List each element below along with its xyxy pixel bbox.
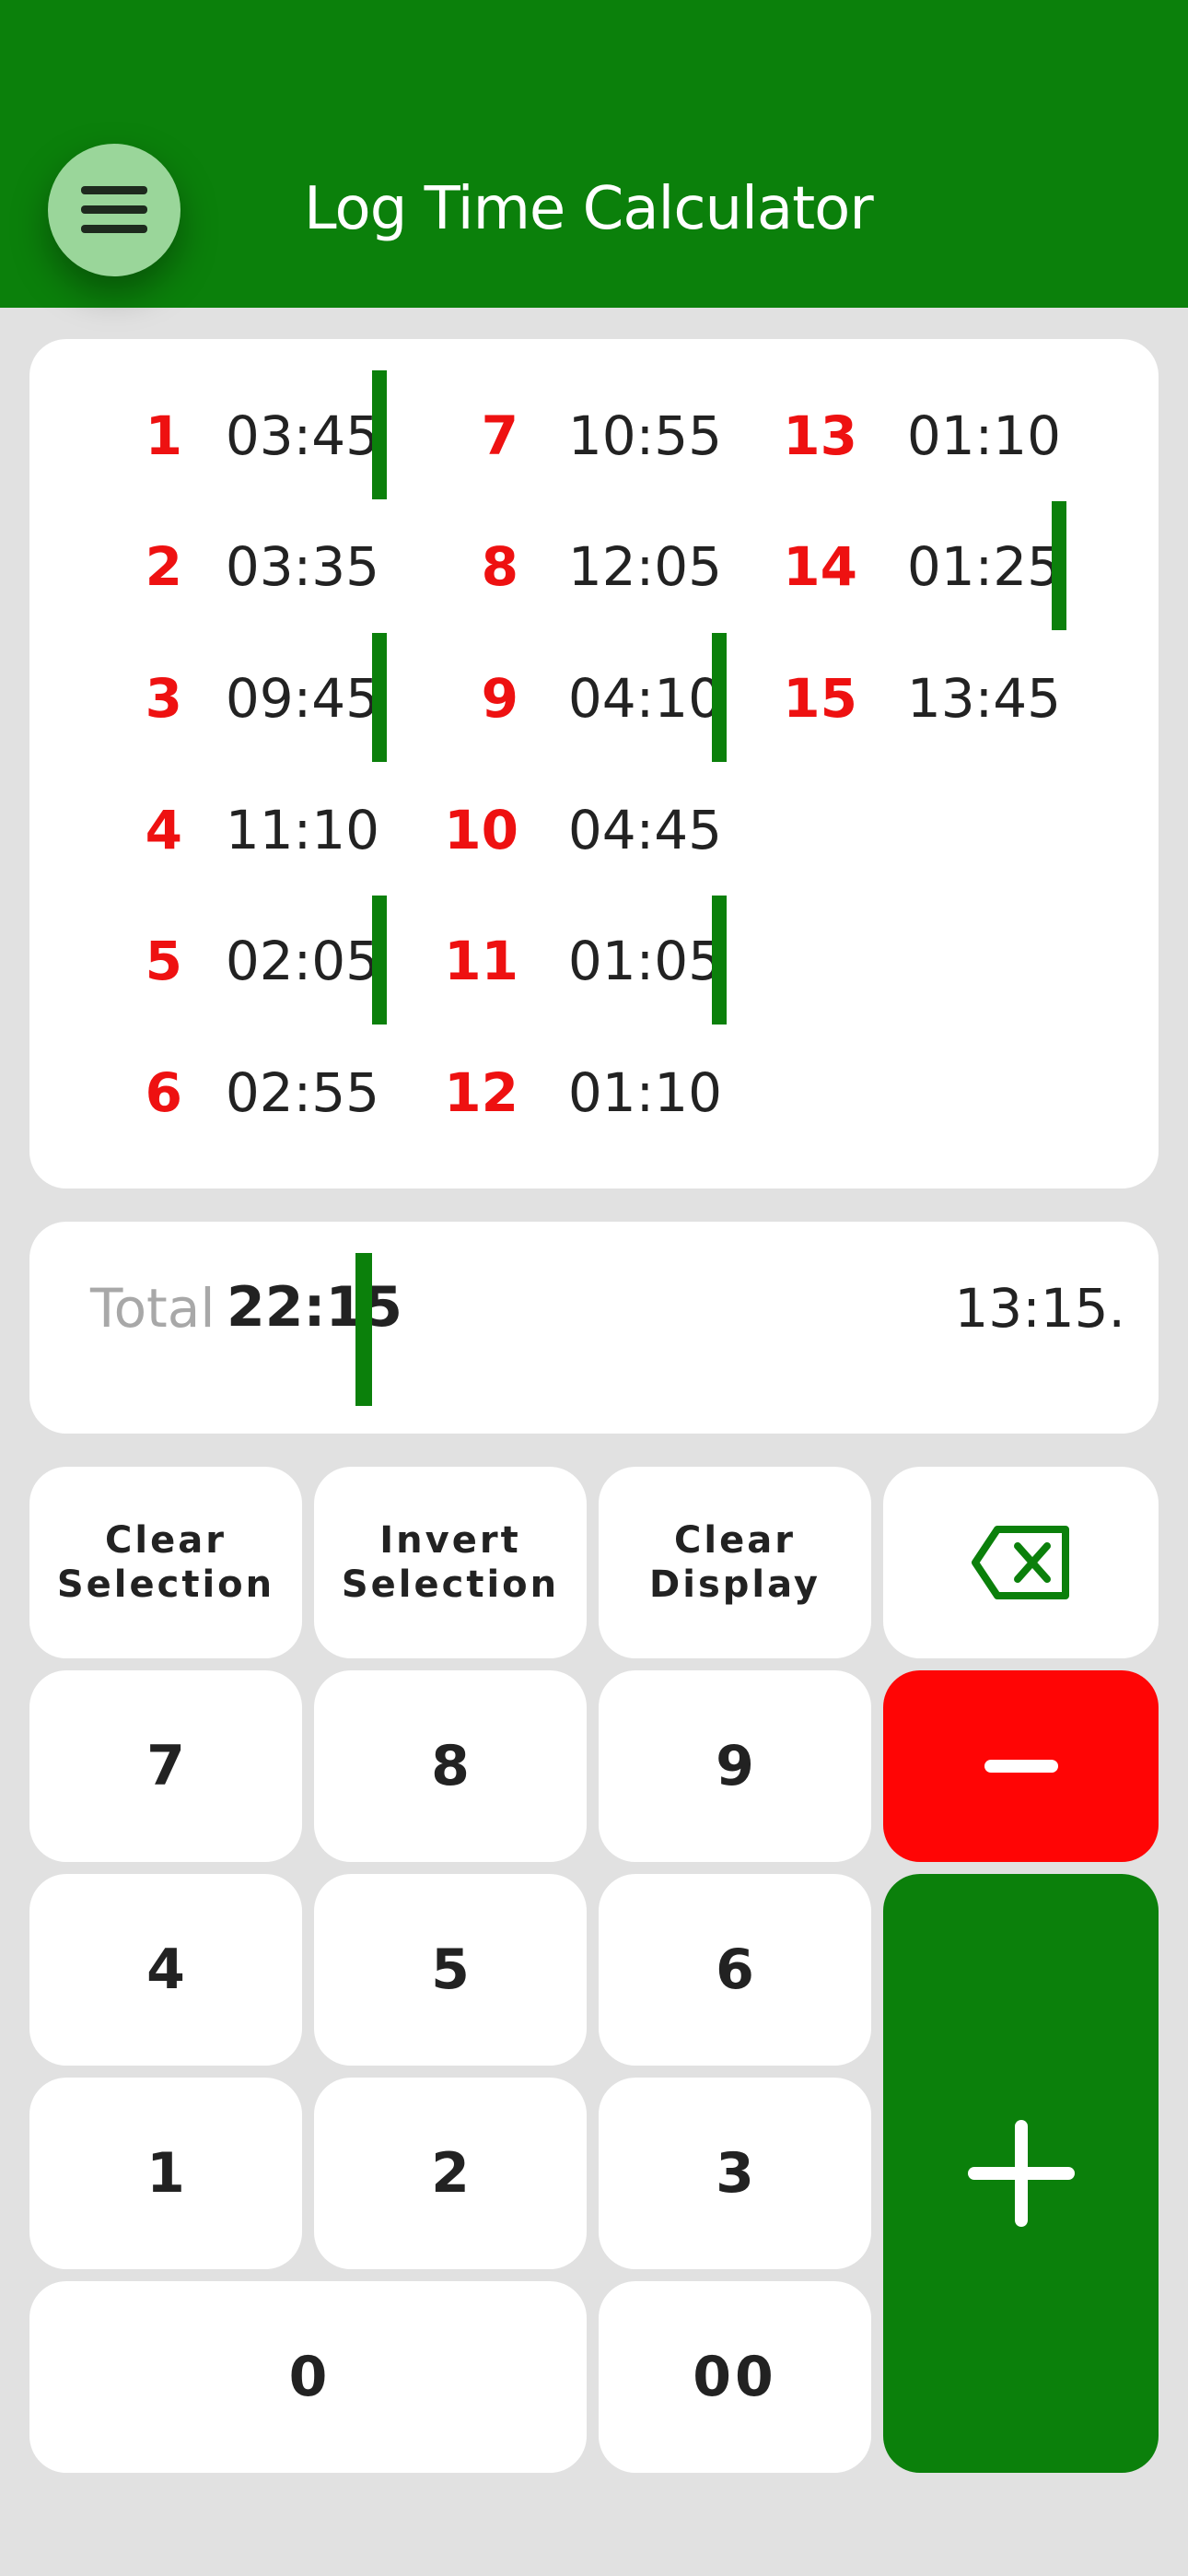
display-value: 13:15. <box>954 1277 1125 1340</box>
app-header: Log Time Calculator <box>0 0 1188 308</box>
log-entry-time[interactable]: 10:55 <box>538 404 722 468</box>
log-entry-time[interactable]: 04:10 <box>538 666 722 731</box>
log-entry-time[interactable]: 02:55 <box>195 1060 379 1125</box>
total-display-card: Total 22:15 13:15. <box>29 1222 1159 1434</box>
clear-selection-button[interactable]: Clear Selection <box>29 1467 302 1658</box>
log-entry-time[interactable]: 11:10 <box>195 798 379 862</box>
key-8[interactable]: 8 <box>314 1670 587 1862</box>
log-entry-number[interactable]: 11 <box>417 929 518 993</box>
selection-indicator <box>712 633 727 762</box>
key-5[interactable]: 5 <box>314 1874 587 2066</box>
log-entry-time[interactable]: 09:45 <box>195 666 379 731</box>
plus-icon <box>967 2120 1075 2227</box>
key-00[interactable]: 00 <box>599 2281 871 2473</box>
key-4[interactable]: 4 <box>29 1874 302 2066</box>
key-1[interactable]: 1 <box>29 2078 302 2269</box>
log-entry-number[interactable]: 3 <box>81 666 182 731</box>
log-entry-time[interactable]: 01:25 <box>877 534 1061 599</box>
log-entry-number[interactable]: 6 <box>81 1060 182 1125</box>
log-entry-time[interactable]: 03:35 <box>195 534 379 599</box>
log-entry-time[interactable]: 01:05 <box>538 929 722 993</box>
selection-indicator <box>355 1253 372 1406</box>
log-entry-number[interactable]: 2 <box>81 534 182 599</box>
log-entry-time[interactable]: 12:05 <box>538 534 722 599</box>
app-title: Log Time Calculator <box>304 175 874 243</box>
log-entry-number[interactable]: 12 <box>417 1060 518 1125</box>
key-0[interactable]: 0 <box>29 2281 587 2473</box>
log-entry-number[interactable]: 4 <box>81 798 182 862</box>
invert-selection-button[interactable]: Invert Selection <box>314 1467 587 1658</box>
selection-indicator <box>372 896 387 1025</box>
log-entry-time[interactable]: 04:45 <box>538 798 722 862</box>
log-entry-time[interactable]: 03:45 <box>195 404 379 468</box>
log-entry-time[interactable]: 02:05 <box>195 929 379 993</box>
log-entry-number[interactable]: 9 <box>417 666 518 731</box>
log-entry-number[interactable]: 13 <box>756 404 857 468</box>
log-entries-card: 1 03:45 2 03:35 3 09:45 4 11:10 5 02:05 6 02:55 7 10:… <box>29 339 1159 1188</box>
selection-indicator <box>1052 501 1066 630</box>
key-6[interactable]: 6 <box>599 1874 871 2066</box>
minus-icon <box>984 1760 1058 1773</box>
total-value: 22:15 <box>227 1275 402 1340</box>
key-2[interactable]: 2 <box>314 2078 587 2269</box>
menu-button[interactable] <box>48 144 181 276</box>
log-entry-time[interactable]: 01:10 <box>877 404 1061 468</box>
log-entry-number[interactable]: 8 <box>417 534 518 599</box>
log-entry-number[interactable]: 1 <box>81 404 182 468</box>
plus-button[interactable] <box>883 1874 1159 2473</box>
clear-display-button[interactable]: Clear Display <box>599 1467 871 1658</box>
log-entry-number[interactable]: 7 <box>417 404 518 468</box>
key-7[interactable]: 7 <box>29 1670 302 1862</box>
log-entry-time[interactable]: 13:45 <box>877 666 1061 731</box>
hamburger-menu-icon <box>81 186 147 233</box>
backspace-button[interactable] <box>883 1467 1159 1658</box>
backspace-icon <box>971 1526 1069 1599</box>
selection-indicator <box>372 370 387 499</box>
log-entry-time[interactable]: 01:10 <box>538 1060 722 1125</box>
log-entry-number[interactable]: 14 <box>756 534 857 599</box>
selection-indicator <box>712 896 727 1025</box>
total-label: Total <box>90 1277 215 1340</box>
log-entry-number[interactable]: 10 <box>417 798 518 862</box>
key-3[interactable]: 3 <box>599 2078 871 2269</box>
log-entry-number[interactable]: 15 <box>756 666 857 731</box>
selection-indicator <box>372 633 387 762</box>
minus-button[interactable] <box>883 1670 1159 1862</box>
log-entry-number[interactable]: 5 <box>81 929 182 993</box>
key-9[interactable]: 9 <box>599 1670 871 1862</box>
